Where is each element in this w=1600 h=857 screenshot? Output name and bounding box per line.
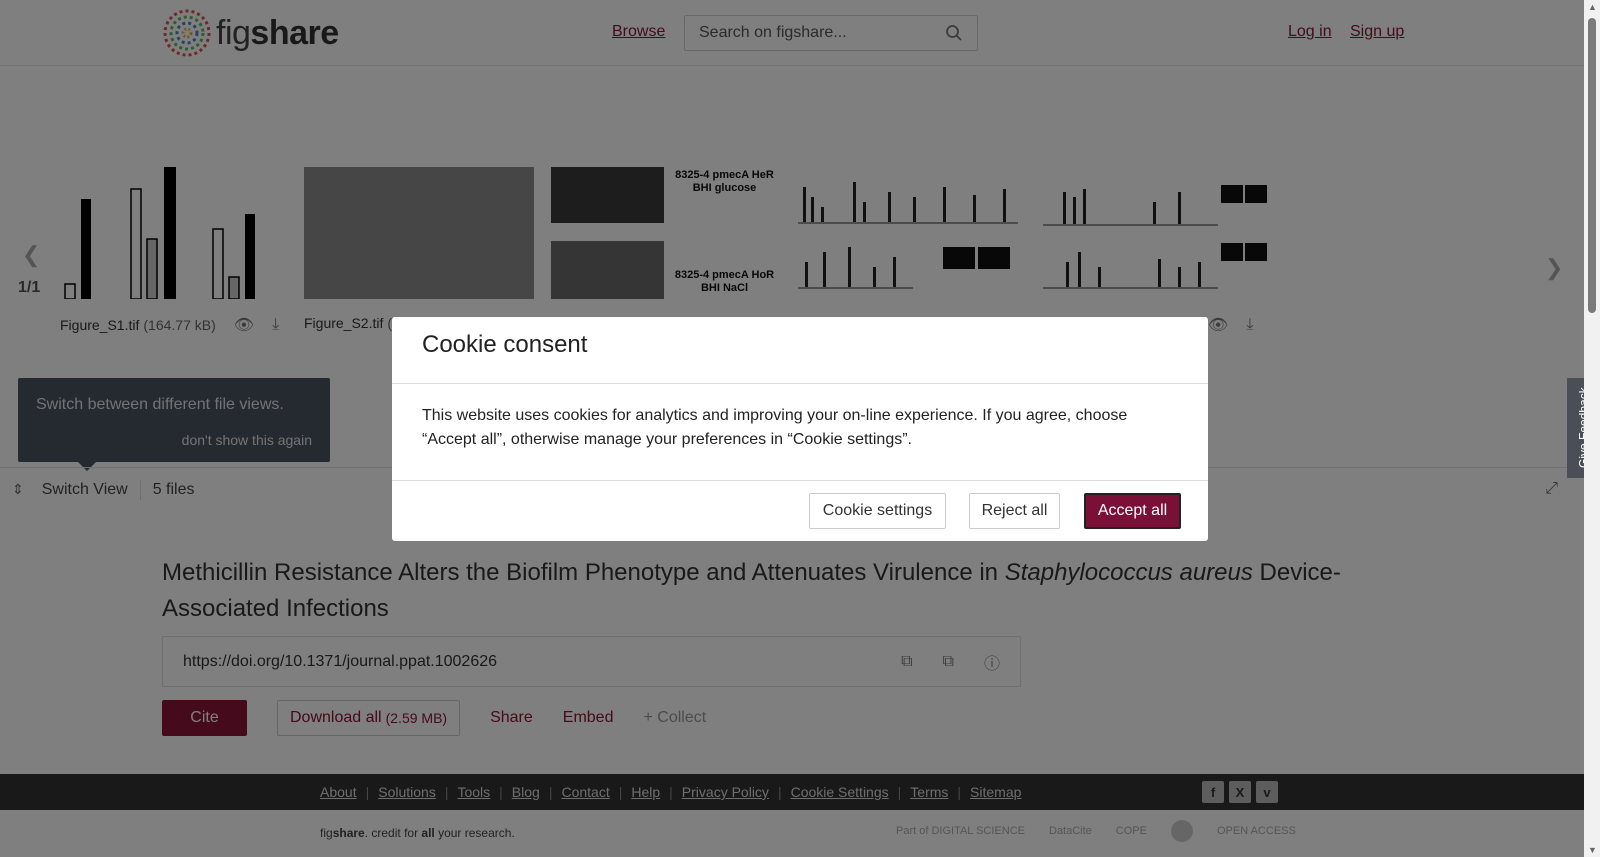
reject-all-button[interactable]: Reject all	[969, 493, 1060, 529]
scroll-down-icon[interactable]: ▼	[1588, 845, 1597, 855]
cookie-dialog-title: Cookie consent	[392, 317, 1208, 384]
cookie-dialog-body: This website uses cookies for analytics …	[392, 384, 1208, 481]
cookie-consent-dialog: Cookie consent This website uses cookies…	[392, 317, 1208, 541]
cookie-dialog-footer: Cookie settings Reject all Accept all	[392, 481, 1208, 541]
scrollbar-thumb[interactable]	[1588, 18, 1596, 313]
scroll-up-icon[interactable]: ▲	[1588, 2, 1597, 12]
cookie-settings-button[interactable]: Cookie settings	[809, 493, 946, 529]
accept-all-button[interactable]: Accept all	[1084, 493, 1181, 529]
page-scrollbar[interactable]: ▲ ▼	[1584, 0, 1600, 857]
